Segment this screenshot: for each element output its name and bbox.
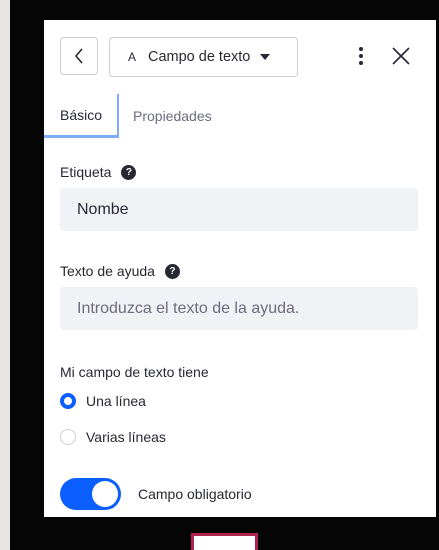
help-text-field-heading: Texto de ayuda ? — [60, 263, 180, 279]
kebab-menu-icon[interactable] — [349, 42, 373, 70]
tab-basico[interactable]: Básico — [44, 94, 119, 138]
radio-multi-line-label: Varias líneas — [86, 429, 166, 445]
help-icon[interactable]: ? — [121, 164, 137, 180]
caret-down-icon — [260, 54, 271, 60]
field-settings-panel: A Campo de texto Básico Propiedades Etiq… — [44, 20, 436, 517]
required-toggle[interactable] — [60, 478, 121, 510]
close-icon[interactable] — [391, 46, 411, 66]
radio-unchecked-icon — [60, 429, 76, 445]
tab-bar: Básico Propiedades — [44, 94, 436, 138]
help-text-field-title: Texto de ayuda — [60, 263, 155, 279]
back-button[interactable] — [60, 37, 98, 75]
text-field-type-icon: A — [128, 50, 137, 64]
panel-header: A Campo de texto — [44, 20, 436, 98]
help-icon[interactable]: ? — [164, 263, 180, 279]
lines-option-heading: Mi campo de texto tiene — [60, 364, 209, 380]
toggle-knob — [92, 481, 118, 507]
label-field-heading: Etiqueta ? — [60, 164, 137, 180]
label-input[interactable]: Nombe — [60, 188, 418, 231]
label-field-title: Etiqueta — [60, 164, 112, 180]
radio-single-line[interactable]: Una línea — [60, 393, 146, 409]
radio-checked-icon — [60, 393, 76, 409]
field-type-dropdown[interactable]: A Campo de texto — [109, 37, 298, 77]
field-type-label: Campo de texto — [148, 49, 251, 65]
radio-single-line-label: Una línea — [86, 393, 146, 409]
dark-frame: A Campo de texto Básico Propiedades Etiq… — [10, 0, 439, 550]
required-toggle-label: Campo obligatorio — [138, 486, 252, 502]
tab-propiedades[interactable]: Propiedades — [133, 94, 212, 138]
help-text-input[interactable]: Introduzca el texto de la ayuda. — [60, 287, 418, 330]
bottom-highlighted-tab[interactable] — [191, 533, 258, 550]
chevron-left-icon — [74, 48, 83, 64]
radio-multi-line[interactable]: Varias líneas — [60, 429, 166, 445]
